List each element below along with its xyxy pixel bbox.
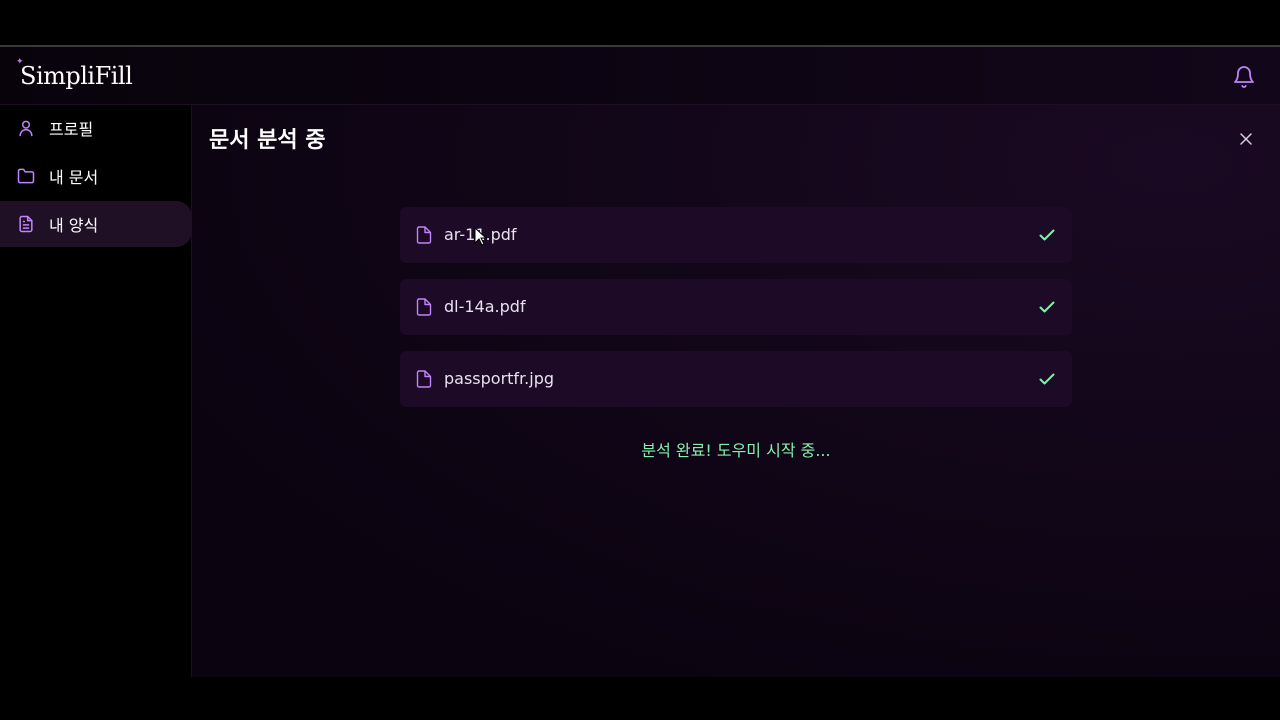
file-icon — [416, 370, 432, 388]
file-item[interactable]: passportfr.jpg — [400, 351, 1072, 407]
sidebar-item-label: 프로필 — [49, 120, 94, 139]
status-message: 분석 완료! 도우미 시작 중... — [641, 441, 831, 460]
sidebar-item-label: 내 문서 — [49, 168, 99, 187]
file-text-icon — [19, 215, 33, 233]
sidebar: 프로필 내 문서 내 양식 — [0, 105, 192, 677]
file-item[interactable]: dl-14a.pdf — [400, 279, 1072, 335]
app-window: ✦ SimpliFill 프로필 내 문서 내 양식 문서 분석 중 dl-14… — [0, 45, 1280, 677]
file-item[interactable]: ar-11.pdf — [400, 207, 1072, 263]
top-bar: ✦ SimpliFill — [0, 47, 1280, 105]
sidebar-item-documents[interactable]: 내 문서 — [0, 153, 192, 199]
file-icon — [416, 226, 432, 244]
user-icon — [19, 120, 33, 137]
folder-icon — [17, 168, 35, 184]
check-icon — [1039, 373, 1055, 385]
file-name: passportfr.jpg — [444, 369, 555, 388]
sidebar-item-profile[interactable]: 프로필 — [0, 105, 192, 151]
file-icon — [416, 298, 432, 316]
check-icon — [1039, 301, 1055, 313]
sidebar-item-label: 내 양식 — [49, 216, 99, 235]
main-panel: 문서 분석 중 ar-11.pdf dl-14a.pdf — [192, 105, 1280, 677]
check-icon — [1039, 229, 1055, 241]
app-logo[interactable]: SimpliFill — [20, 62, 133, 90]
page-title: 문서 분석 중 — [209, 128, 326, 153]
file-name: dl-14a.pdf — [444, 297, 526, 316]
sidebar-item-forms[interactable]: 내 양식 — [0, 201, 192, 247]
bell-icon[interactable] — [1232, 65, 1256, 89]
close-icon[interactable] — [1236, 129, 1256, 149]
mouse-cursor-icon — [474, 227, 488, 246]
